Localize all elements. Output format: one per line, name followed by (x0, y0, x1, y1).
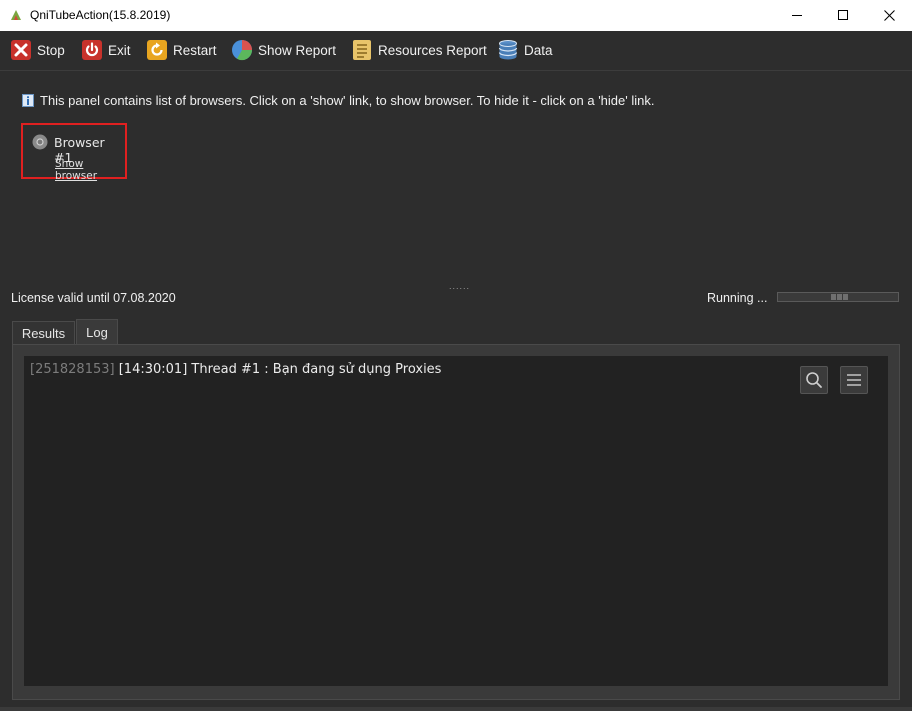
log-entry-message: [14:30:01] Thread #1 : Bạn đang sử dụng … (118, 362, 442, 377)
tab-results[interactable]: Results (12, 321, 75, 345)
log-entry-id: [251828153] (30, 362, 115, 377)
pie-chart-icon (231, 39, 253, 61)
info-message: This panel contains list of browsers. Cl… (22, 93, 654, 108)
restart-icon (146, 39, 168, 61)
window-title: QniTubeAction(15.8.2019) (30, 8, 171, 22)
data-button[interactable]: Data (497, 37, 553, 63)
menu-icon (847, 374, 861, 386)
tab-log-label: Log (86, 325, 108, 340)
title-bar: QniTubeAction(15.8.2019) (0, 0, 912, 31)
minimize-icon (791, 15, 802, 16)
data-label: Data (524, 42, 553, 58)
log-menu-button[interactable] (840, 366, 868, 394)
running-status: Running ... (707, 291, 768, 305)
stop-label: Stop (37, 42, 65, 58)
restart-label: Restart (173, 42, 217, 58)
license-status: License valid until 07.08.2020 (11, 291, 176, 305)
progress-segment (831, 294, 836, 300)
log-search-button[interactable] (800, 366, 828, 394)
browser-panel: This panel contains list of browsers. Cl… (0, 71, 912, 281)
search-icon (806, 372, 822, 388)
info-text: This panel contains list of browsers. Cl… (40, 93, 655, 108)
log-entry: [251828153] [14:30:01] Thread #1 : Bạn đ… (30, 362, 441, 377)
maximize-button[interactable] (820, 0, 866, 31)
maximize-icon (837, 10, 848, 20)
database-icon (497, 39, 519, 61)
progress-segment (843, 294, 848, 300)
progress-segment (837, 294, 842, 300)
log-view[interactable]: [251828153] [14:30:01] Thread #1 : Bạn đ… (24, 356, 888, 686)
resources-report-label: Resources Report (378, 42, 487, 58)
minimize-button[interactable] (774, 0, 820, 31)
bottom-edge (0, 707, 912, 711)
exit-label: Exit (108, 42, 131, 58)
tab-results-label: Results (21, 326, 66, 341)
stop-button[interactable]: Stop (10, 37, 65, 63)
tab-log[interactable]: Log (76, 319, 118, 345)
browser-item: Browser #1 Show browser (21, 123, 127, 182)
splitter-handle[interactable]: ...... (449, 282, 469, 291)
show-browser-link[interactable]: Show browser (55, 158, 125, 182)
toolbar: Stop Exit Restart Show Report Resources … (0, 31, 912, 71)
stop-icon (10, 39, 32, 61)
app-icon (11, 10, 21, 20)
info-icon (22, 93, 34, 107)
show-report-label: Show Report (258, 42, 337, 58)
power-icon (81, 39, 103, 61)
progress-bar (777, 292, 899, 302)
exit-button[interactable]: Exit (81, 37, 131, 63)
close-icon (883, 10, 895, 21)
show-report-button[interactable]: Show Report (231, 37, 336, 63)
list-icon (351, 39, 373, 61)
chrome-icon (32, 134, 48, 150)
close-button[interactable] (866, 0, 912, 31)
resources-report-button[interactable]: Resources Report (351, 37, 487, 63)
restart-button[interactable]: Restart (146, 37, 217, 63)
